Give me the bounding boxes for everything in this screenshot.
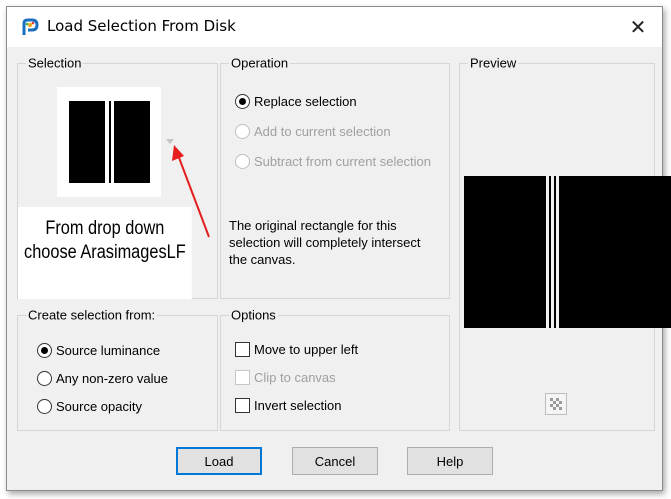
close-button[interactable]: ✕ xyxy=(620,11,656,43)
paintshop-app-icon xyxy=(22,18,39,35)
tutorial-annotation: From drop down choose ArasimagesLF xyxy=(18,207,192,299)
help-button[interactable]: Help xyxy=(407,447,493,475)
checkbox[interactable] xyxy=(235,370,250,385)
checkbox-label: Clip to canvas xyxy=(254,370,336,385)
close-icon: ✕ xyxy=(629,16,647,39)
radio-replace-selection[interactable]: Replace selection xyxy=(235,94,357,109)
radio-label: Replace selection xyxy=(254,94,357,109)
checkbox-invert-selection[interactable]: Invert selection xyxy=(235,398,341,413)
annotation-line-1: From drop down xyxy=(45,218,165,239)
radio-source-opacity[interactable]: Source opacity xyxy=(37,399,142,414)
radio-label: Subtract from current selection xyxy=(254,154,432,169)
selection-dropdown[interactable] xyxy=(57,87,161,197)
radio-add-to-current[interactable]: Add to current selection xyxy=(235,124,391,139)
radio-button[interactable] xyxy=(235,154,250,169)
radio-button[interactable] xyxy=(37,399,52,414)
operation-description: The original rectangle for this selectio… xyxy=(229,218,421,267)
radio-any-non-zero-value[interactable]: Any non-zero value xyxy=(37,371,168,386)
radio-label: Add to current selection xyxy=(254,124,391,139)
cancel-button[interactable]: Cancel xyxy=(292,447,378,475)
annotation-line-2: choose ArasimagesLF xyxy=(24,242,186,263)
window-title: Load Selection From Disk xyxy=(47,17,236,35)
preview-image xyxy=(464,176,671,328)
selection-thumbnail xyxy=(69,101,150,183)
checkbox[interactable] xyxy=(235,342,250,357)
radio-button[interactable] xyxy=(37,343,52,358)
options-group-label: Options xyxy=(229,307,278,323)
create-from-group-label: Create selection from: xyxy=(26,307,158,323)
selection-group-label: Selection xyxy=(26,55,84,71)
load-button[interactable]: Load xyxy=(176,447,262,475)
radio-button[interactable] xyxy=(37,371,52,386)
checkerboard-icon[interactable] xyxy=(545,393,567,415)
radio-subtract-from-current[interactable]: Subtract from current selection xyxy=(235,154,431,169)
annotation-arrow-icon xyxy=(172,145,210,238)
checkbox[interactable] xyxy=(235,398,250,413)
radio-label: Source luminance xyxy=(56,343,161,358)
radio-button[interactable] xyxy=(235,124,250,139)
checkbox-move-to-upper-left[interactable]: Move to upper left xyxy=(235,342,358,357)
checkbox-label: Invert selection xyxy=(254,398,342,413)
radio-label: Source opacity xyxy=(56,399,142,414)
checkbox-label: Move to upper left xyxy=(254,342,359,357)
operation-group-label: Operation xyxy=(229,55,291,71)
preview-group-label: Preview xyxy=(468,55,519,71)
radio-button[interactable] xyxy=(235,94,250,109)
radio-label: Any non-zero value xyxy=(56,371,169,386)
checkbox-clip-to-canvas[interactable]: Clip to canvas xyxy=(235,370,336,385)
title-bar[interactable]: Load Selection From Disk ✕ xyxy=(7,7,662,47)
radio-source-luminance[interactable]: Source luminance xyxy=(37,343,160,358)
